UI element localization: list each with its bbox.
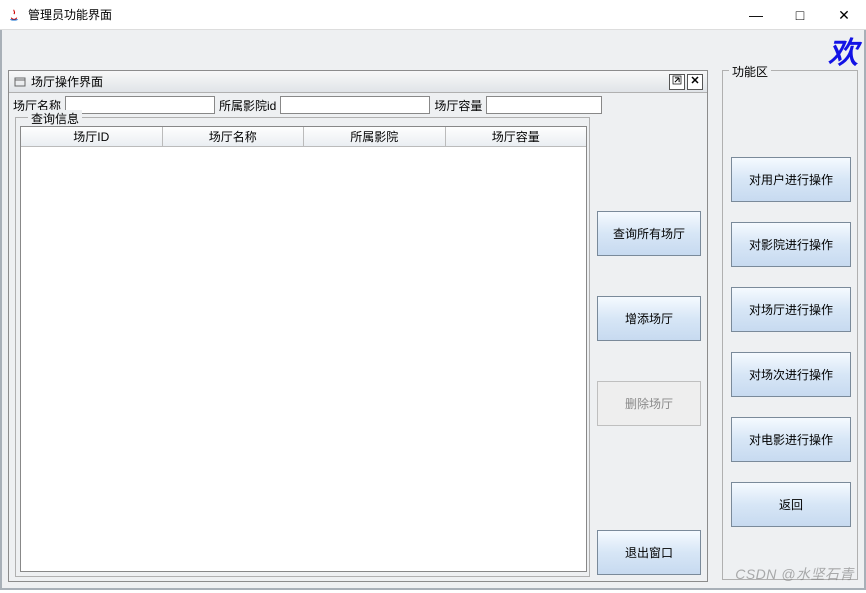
java-app-icon bbox=[6, 7, 22, 23]
query-group-legend: 查询信息 bbox=[28, 110, 82, 127]
back-button[interactable]: 返回 bbox=[731, 482, 851, 527]
table-header: 场厅ID 场厅名称 所属影院 场厅容量 bbox=[21, 127, 586, 147]
window-titlebar: 管理员功能界面 — □ ✕ bbox=[0, 0, 866, 30]
window-title: 管理员功能界面 bbox=[28, 6, 112, 23]
internal-maximize-icon[interactable] bbox=[669, 74, 685, 90]
minimize-button[interactable]: — bbox=[734, 0, 778, 30]
exit-window-button[interactable]: 退出窗口 bbox=[597, 530, 701, 575]
col-hall-id[interactable]: 场厅ID bbox=[21, 127, 163, 146]
maximize-button[interactable]: □ bbox=[778, 0, 822, 30]
query-all-button[interactable]: 查询所有场厅 bbox=[597, 211, 701, 256]
internal-frame-icon bbox=[13, 75, 27, 89]
window-controls: — □ ✕ bbox=[734, 0, 866, 30]
function-panel: 功能区 对用户进行操作 对影院进行操作 对场厅进行操作 对场次进行操作 对电影进… bbox=[722, 70, 858, 580]
internal-frame-titlebar[interactable]: 场厅操作界面 bbox=[9, 71, 707, 93]
add-hall-button[interactable]: 增添场厅 bbox=[597, 296, 701, 341]
hall-ops-button[interactable]: 对场厅进行操作 bbox=[731, 287, 851, 332]
session-ops-button[interactable]: 对场次进行操作 bbox=[731, 352, 851, 397]
cinema-id-input[interactable] bbox=[280, 96, 430, 114]
results-table[interactable]: 场厅ID 场厅名称 所属影院 场厅容量 bbox=[20, 126, 587, 572]
col-capacity[interactable]: 场厅容量 bbox=[446, 127, 587, 146]
internal-close-icon[interactable] bbox=[687, 74, 703, 90]
close-button[interactable]: ✕ bbox=[822, 0, 866, 30]
function-panel-legend: 功能区 bbox=[729, 63, 771, 80]
hall-ops-window: 场厅操作界面 场厅名称 所属影院id 场厅容量 查询信息 场厅ID bbox=[8, 70, 708, 582]
user-ops-button[interactable]: 对用户进行操作 bbox=[731, 157, 851, 202]
banner-char: 欢 bbox=[828, 28, 858, 72]
cinema-id-label: 所属影院id bbox=[219, 97, 276, 114]
form-row: 场厅名称 所属影院id 场厅容量 bbox=[9, 93, 707, 117]
client-area: 欢 功能区 对用户进行操作 对影院进行操作 对场厅进行操作 对场次进行操作 对电… bbox=[0, 30, 866, 590]
hall-name-input[interactable] bbox=[65, 96, 215, 114]
capacity-input[interactable] bbox=[486, 96, 602, 114]
internal-frame-title: 场厅操作界面 bbox=[31, 73, 103, 90]
cinema-ops-button[interactable]: 对影院进行操作 bbox=[731, 222, 851, 267]
delete-hall-button: 删除场厅 bbox=[597, 381, 701, 426]
query-group: 查询信息 场厅ID 场厅名称 所属影院 场厅容量 bbox=[15, 117, 590, 577]
movie-ops-button[interactable]: 对电影进行操作 bbox=[731, 417, 851, 462]
capacity-label: 场厅容量 bbox=[434, 97, 482, 114]
col-cinema[interactable]: 所属影院 bbox=[304, 127, 446, 146]
col-hall-name[interactable]: 场厅名称 bbox=[163, 127, 305, 146]
